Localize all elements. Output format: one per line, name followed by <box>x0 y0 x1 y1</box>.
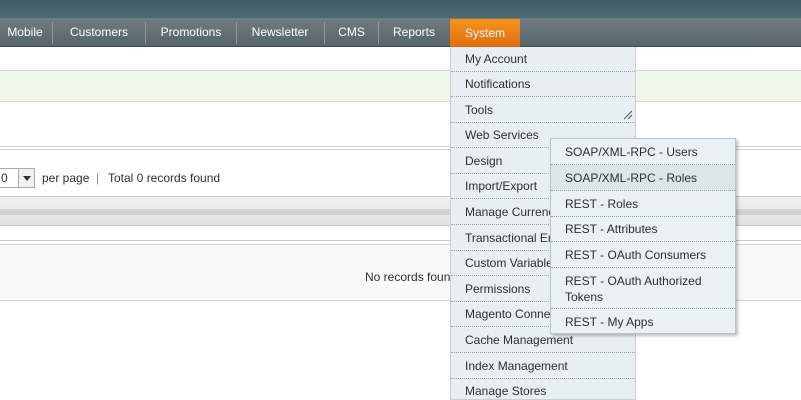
header-strip <box>0 0 801 18</box>
per-page-value: 0 <box>1 171 8 185</box>
menu-item-index-management[interactable]: Index Management <box>451 354 635 379</box>
nav-newsletter[interactable]: Newsletter <box>237 18 323 47</box>
notice-bar <box>0 71 801 102</box>
submenu-item-soap-roles[interactable]: SOAP/XML-RPC - Roles <box>551 165 735 191</box>
pager-separator: | <box>96 171 100 185</box>
resize-handle-icon <box>623 110 633 120</box>
submenu-item-rest-oauth-tokens[interactable]: REST - OAuth Authorized Tokens <box>551 268 735 309</box>
menu-item-tools[interactable]: Tools <box>451 98 635 123</box>
nav-mobile[interactable]: Mobile <box>0 18 50 47</box>
submenu-item-rest-attributes[interactable]: REST - Attributes <box>551 216 735 242</box>
nav-promotions[interactable]: Promotions <box>146 18 236 47</box>
chevron-down-icon[interactable] <box>18 169 34 187</box>
submenu-item-rest-oauth-consumers[interactable]: REST - OAuth Consumers <box>551 242 735 268</box>
web-services-submenu: SOAP/XML-RPC - Users SOAP/XML-RPC - Role… <box>550 138 736 334</box>
per-page-select[interactable]: 0 <box>0 168 35 188</box>
nav-reports[interactable]: Reports <box>379 18 449 47</box>
menu-item-manage-stores[interactable]: Manage Stores <box>451 379 635 399</box>
records-count: Total 0 records found <box>108 171 221 185</box>
submenu-item-rest-roles[interactable]: REST - Roles <box>551 191 735 217</box>
nav-cms[interactable]: CMS <box>325 18 378 47</box>
menu-item-my-account[interactable]: My Account <box>451 47 635 72</box>
menu-item-notifications[interactable]: Notifications <box>451 72 635 97</box>
nav-separator <box>52 22 53 44</box>
per-page-label: per page <box>42 171 90 185</box>
nav-customers[interactable]: Customers <box>54 18 144 47</box>
submenu-item-rest-my-apps[interactable]: REST - My Apps <box>551 309 735 335</box>
submenu-item-soap-users[interactable]: SOAP/XML-RPC - Users <box>551 139 735 165</box>
messages-area <box>0 47 801 71</box>
main-navigation: Mobile Customers Promotions Newsletter C… <box>0 18 801 47</box>
no-records-message: No records found. <box>365 270 461 284</box>
nav-system[interactable]: System <box>450 19 520 47</box>
